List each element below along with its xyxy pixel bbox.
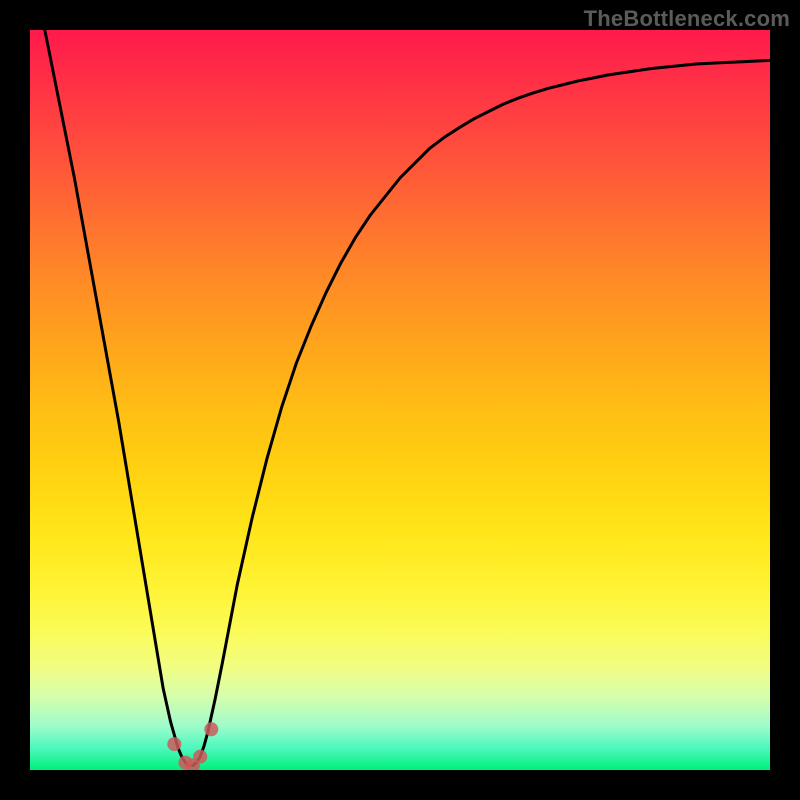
chart-frame: TheBottleneck.com	[0, 0, 800, 800]
trough-marker	[204, 722, 218, 736]
bottleneck-curve	[30, 30, 770, 766]
watermark-text: TheBottleneck.com	[584, 6, 790, 32]
plot-area	[30, 30, 770, 770]
trough-marker	[167, 737, 181, 751]
curve-layer	[30, 30, 770, 770]
trough-marker	[193, 750, 207, 764]
trough-markers	[167, 722, 218, 770]
